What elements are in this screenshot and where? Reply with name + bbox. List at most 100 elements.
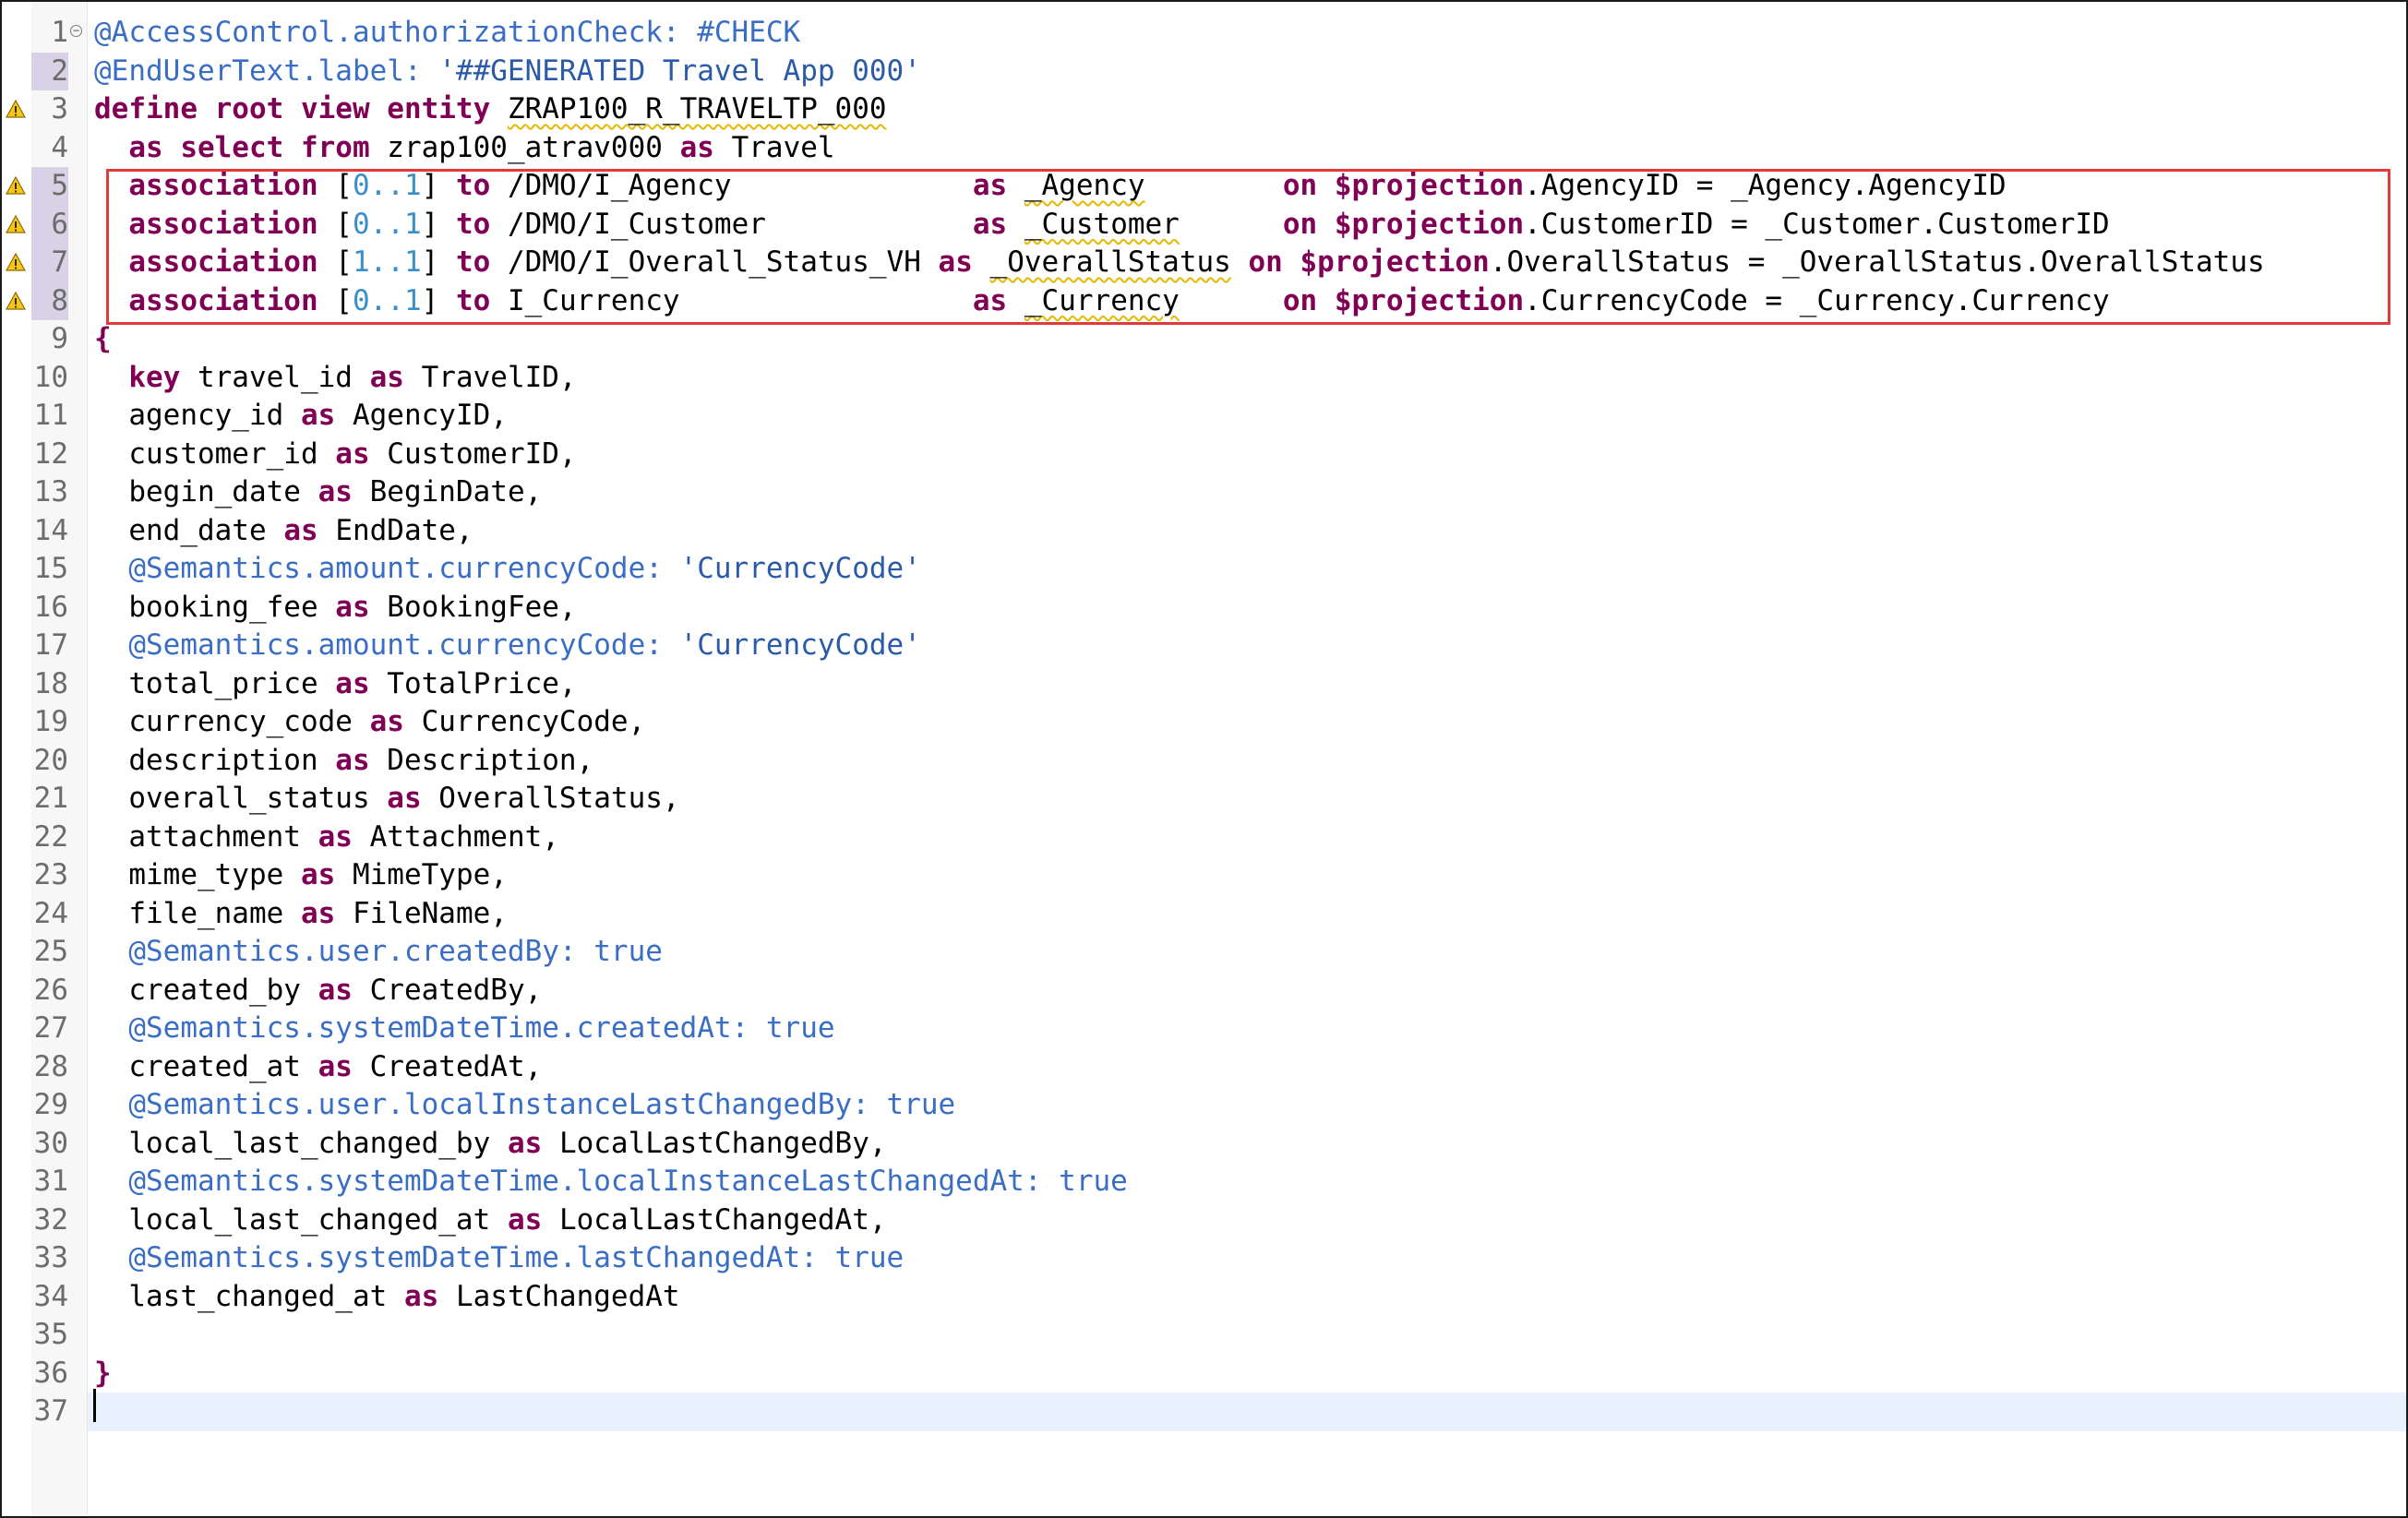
code-token: local_last_changed_at [94,1202,508,1237]
code-text[interactable]: as select from zrap100_atrav000 as Trave… [94,129,834,168]
code-token: BookingFee, [387,590,577,624]
code-text[interactable]: { [94,320,112,359]
code-token: @Semantics.systemDateTime.createdAt: tru… [128,1011,835,1045]
code-text[interactable]: @Semantics.amount.currencyCode: 'Currenc… [94,550,921,589]
code-line[interactable]: 18 total_price as TotalPrice, [2,665,2406,704]
code-line[interactable]: 2 @EndUserText.label: '##GENERATED Travel… [2,52,2406,91]
code-text[interactable]: @Semantics.systemDateTime.lastChangedAt:… [94,1239,904,1278]
code-token: LastChangedAt [455,1279,680,1313]
code-line[interactable]: 11 agency_id as AgencyID, [2,397,2406,436]
line-number: 10 [33,360,68,394]
warning-icon[interactable] [6,291,26,311]
code-line[interactable]: 28 created_at as CreatedAt, [2,1048,2406,1087]
code-line[interactable]: 22 attachment as Attachment, [2,819,2406,857]
code-line[interactable]: 25 @Semantics.user.createdBy: true [2,933,2406,972]
code-line[interactable]: 19 currency_code as CurrencyCode, [2,703,2406,742]
code-line[interactable]: 35 [2,1316,2406,1355]
code-text[interactable]: @Semantics.systemDateTime.localInstanceL… [94,1163,1128,1201]
code-text[interactable]: mime_type as MimeType, [94,856,508,895]
code-token: EndDate, [335,513,473,547]
code-text[interactable]: local_last_changed_by as LocalLastChange… [94,1125,887,1164]
code-text[interactable]: created_at as CreatedAt, [94,1048,542,1087]
code-line[interactable]: 27 @Semantics.systemDateTime.createdAt: … [2,1010,2406,1048]
code-line[interactable]: 3 define root view entity ZRAP100_R_TRAVE… [2,90,2406,129]
code-text[interactable]: local_last_changed_at as LocalLastChange… [94,1201,886,1240]
code-text[interactable]: @AccessControl.authorizationCheck: #CHEC… [94,14,800,53]
code-token: Attachment, [369,819,559,854]
code-text[interactable]: key travel_id as TravelID, [94,359,576,398]
code-line[interactable]: 23 mime_type as MimeType, [2,856,2406,895]
warning-icon[interactable] [6,99,26,119]
code-text[interactable]: overall_status as OverallStatus, [94,780,679,819]
line-number: 8 [31,281,68,320]
code-line[interactable]: 13 begin_date as BeginDate, [2,473,2406,512]
association-highlight-box [106,169,2390,325]
code-token: begin_date [94,475,318,508]
line-number: 19 [33,705,68,738]
code-text[interactable]: agency_id as AgencyID, [94,397,508,436]
code-line[interactable]: 4 as select from zrap100_atrav000 as Tra… [2,129,2406,168]
line-number: 29 [33,1088,68,1121]
code-text[interactable]: @Semantics.user.createdBy: true [94,933,663,972]
code-text[interactable]: last_changed_at as LastChangedAt [94,1278,680,1317]
code-token: as [317,1049,370,1083]
code-text[interactable]: total_price as TotalPrice, [94,665,576,704]
code-line[interactable]: 32 local_last_changed_at as LocalLastCha… [2,1201,2406,1240]
code-text[interactable]: begin_date as BeginDate, [94,473,542,512]
code-line[interactable]: 14 end_date as EndDate, [2,512,2406,551]
line-number: 1 [51,16,68,49]
code-text[interactable]: @EndUserText.label: '##GENERATED Travel … [94,53,921,91]
code-token: LocalLastChangedBy, [558,1126,887,1160]
code-token: @Semantics.systemDateTime.localInstanceL… [128,1165,1128,1198]
code-line[interactable]: 24 file_name as FileName, [2,895,2406,934]
code-line[interactable]: 12 customer_id as CustomerID, [2,436,2406,474]
code-token: @Semantics.systemDateTime.lastChangedAt:… [128,1241,904,1274]
line-number: 33 [33,1241,68,1274]
code-line[interactable]: 30 local_last_changed_by as LocalLastCha… [2,1125,2406,1164]
code-text[interactable]: end_date as EndDate, [94,512,473,551]
code-line[interactable]: 34 last_changed_at as LastChangedAt [2,1278,2406,1317]
code-text[interactable]: booking_fee as BookingFee, [94,589,577,628]
code-line[interactable]: 21 overall_status as OverallStatus, [2,780,2406,819]
code-line[interactable]: 37 [2,1392,2406,1431]
code-token: zrap100_atrav000 [387,130,680,164]
code-text[interactable]: currency_code as CurrencyCode, [94,703,645,742]
warning-icon[interactable] [6,252,26,272]
code-text[interactable]: attachment as Attachment, [94,819,559,857]
code-text[interactable]: customer_id as CustomerID, [94,436,576,474]
line-number: 17 [33,628,68,662]
code-line[interactable]: 1− @AccessControl.authorizationCheck: #CH… [2,14,2406,53]
code-line[interactable]: 9{ [2,320,2406,359]
code-line[interactable]: 20 description as Description, [2,742,2406,781]
code-text[interactable]: description as Description, [94,742,593,781]
code-editor[interactable]: 1− @AccessControl.authorizationCheck: #CH… [0,0,2408,1518]
code-line[interactable]: 31 @Semantics.systemDateTime.localInstan… [2,1163,2406,1201]
code-text[interactable]: @Semantics.amount.currencyCode: 'Currenc… [94,627,921,665]
fold-collapse-icon[interactable]: − [70,25,82,37]
code-line[interactable]: 16 booking_fee as BookingFee, [2,589,2406,628]
code-line[interactable]: 17 @Semantics.amount.currencyCode: 'Curr… [2,627,2406,665]
code-token: as [387,782,439,815]
code-text[interactable]: @Semantics.systemDateTime.createdAt: tru… [94,1010,835,1048]
code-line[interactable]: 36} [2,1355,2406,1393]
warning-icon[interactable] [6,175,26,196]
code-line[interactable]: 15 @Semantics.amount.currencyCode: 'Curr… [2,550,2406,589]
code-line[interactable]: 10 key travel_id as TravelID, [2,359,2406,398]
code-line[interactable]: 29 @Semantics.user.localInstanceLastChan… [2,1086,2406,1125]
code-text[interactable]: created_by as CreatedBy, [94,972,542,1010]
code-text[interactable]: @Semantics.user.localInstanceLastChanged… [94,1086,955,1125]
code-line[interactable]: 33 @Semantics.systemDateTime.lastChanged… [2,1239,2406,1278]
warning-icon[interactable] [6,214,26,234]
code-line[interactable]: 26 created_by as CreatedBy, [2,972,2406,1010]
code-token: @EndUserText.label: [94,54,439,88]
code-token: description [94,743,336,777]
code-text[interactable]: file_name as FileName, [94,895,508,934]
code-text[interactable]: } [94,1355,112,1393]
code-token: travel_id [197,360,370,394]
code-text[interactable]: define root view entity ZRAP100_R_TRAVEL… [94,90,887,129]
code-token: total_price [94,666,336,700]
